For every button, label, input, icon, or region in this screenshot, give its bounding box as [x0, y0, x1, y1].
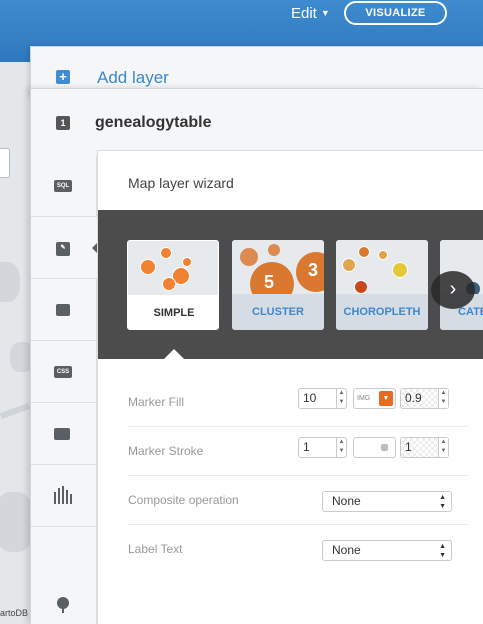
legend-icon — [54, 428, 70, 440]
caret-down-icon: ▼ — [320, 8, 330, 18]
composite-operation-row: Composite operation None ▲ ▼ — [128, 476, 468, 525]
card-label: SIMPLE — [128, 295, 218, 329]
marker-fill-size-input[interactable]: 10 ▲ ▼ — [298, 388, 347, 409]
choropleth-dot — [378, 250, 388, 260]
layer-name[interactable]: genealogytable — [95, 114, 211, 132]
spinner-icon[interactable]: ▲ ▼ — [438, 438, 448, 457]
map-coast — [0, 262, 20, 302]
marker-stroke-width-input[interactable]: 1 ▲ ▼ — [298, 437, 347, 458]
choropleth-dot — [354, 280, 368, 294]
composite-operation-value: None — [332, 494, 361, 508]
card-thumbnail — [336, 240, 428, 294]
legend-tool-button[interactable] — [31, 403, 97, 465]
edit-label: Edit — [291, 5, 317, 22]
marker-dot — [162, 277, 176, 291]
cluster-dot — [268, 244, 280, 256]
select-arrows-icon: ▲ ▼ — [439, 543, 446, 559]
map-coast — [0, 492, 34, 552]
wizard-tool-button[interactable]: ✎ — [31, 217, 97, 279]
card-thumbnail — [128, 241, 218, 295]
marker-dot — [160, 247, 172, 259]
choropleth-dot — [342, 258, 356, 272]
spinner-icon[interactable]: ▲ ▼ — [336, 389, 346, 408]
cluster-count: 3 — [308, 260, 319, 280]
marker-fill-opacity-value: 0.9 — [405, 391, 422, 405]
add-icon[interactable]: + — [56, 70, 70, 84]
marker-stroke-label: Marker Stroke — [128, 444, 204, 458]
bar-chart-icon — [54, 486, 72, 504]
layer-number-badge: 1 — [56, 116, 70, 130]
marker-stroke-opacity-input[interactable]: 1 ▲ ▼ — [400, 437, 449, 458]
css-icon: CSS — [54, 366, 72, 378]
wizard-card-choropleth[interactable]: CHOROPLETH — [336, 240, 428, 330]
marker-stroke-row: Marker Stroke 1 ▲ ▼ 1 ▲ ▼ — [128, 427, 468, 476]
card-thumbnail: 5 3 — [232, 240, 324, 306]
card-label: CHOROPLETH — [336, 294, 428, 330]
edit-menu[interactable]: Edit ▼ — [291, 5, 330, 22]
color-swatch-dropdown-icon[interactable]: ▼ — [379, 391, 393, 406]
css-tool-button[interactable]: CSS — [31, 341, 97, 403]
sql-icon: SQL — [54, 180, 72, 192]
card-label: CLUSTER — [232, 294, 324, 330]
layer-toolbar: SQL ✎ CSS — [31, 155, 97, 624]
label-text-label: Label Text — [128, 542, 183, 556]
composite-operation-label: Composite operation — [128, 493, 239, 507]
composite-operation-select[interactable]: None ▲ ▼ — [322, 491, 452, 512]
label-text-value: None — [332, 543, 361, 557]
marker-stroke-width-value: 1 — [303, 440, 310, 454]
marker-fill-row: Marker Fill 10 ▲ ▼ IMG ▼ 0.9 ▲ ▼ — [128, 378, 468, 427]
map-attribution: artoDB — [0, 608, 29, 618]
img-label: IMG — [357, 395, 371, 402]
marker-dot — [182, 257, 192, 267]
add-marker-tool-button[interactable] — [31, 527, 97, 624]
marker-dot — [140, 259, 156, 275]
map-search-input[interactable] — [0, 148, 10, 178]
marker-stroke-opacity-value: 1 — [405, 440, 412, 454]
wizard-card-cluster[interactable]: 5 3 CLUSTER — [232, 240, 324, 330]
cluster-dot: 3 — [296, 252, 324, 292]
choropleth-dot — [392, 262, 408, 278]
label-text-row: Label Text None ▲ ▼ — [128, 525, 468, 574]
map-layer-wizard: Map layer wizard SIMPLE 5 3 CLUSTER CHOR… — [97, 150, 483, 624]
brush-icon: ✎ — [56, 242, 70, 256]
visualize-button[interactable]: VISUALIZE — [344, 1, 447, 25]
marker-fill-label: Marker Fill — [128, 395, 184, 409]
wizard-type-strip: SIMPLE 5 3 CLUSTER CHOROPLETH CAT › — [98, 210, 483, 359]
speech-bubble-icon — [56, 304, 70, 316]
cluster-count: 5 — [264, 272, 275, 292]
marker-stroke-color-picker[interactable] — [353, 437, 396, 458]
marker-fill-opacity-input[interactable]: 0.9 ▲ ▼ — [400, 388, 449, 409]
add-layer-link[interactable]: Add layer — [97, 68, 169, 88]
select-arrows-icon: ▲ ▼ — [439, 494, 446, 510]
label-text-select[interactable]: None ▲ ▼ — [322, 540, 452, 561]
map-lake — [0, 403, 31, 419]
marker-fill-img-picker[interactable]: IMG ▼ — [353, 388, 396, 409]
filters-tool-button[interactable] — [31, 465, 97, 527]
wizard-title: Map layer wizard — [128, 175, 234, 191]
spinner-icon[interactable]: ▲ ▼ — [336, 438, 346, 457]
wizard-card-simple[interactable]: SIMPLE — [127, 240, 219, 330]
sql-tool-button[interactable]: SQL — [31, 155, 97, 217]
color-knob-icon — [381, 444, 388, 451]
marker-plus-icon — [57, 597, 69, 613]
chevron-right-icon[interactable]: › — [431, 271, 475, 309]
choropleth-dot — [358, 246, 370, 258]
cluster-dot — [240, 248, 258, 266]
spinner-icon[interactable]: ▲ ▼ — [438, 389, 448, 408]
marker-fill-size-value: 10 — [303, 391, 317, 405]
infowindow-tool-button[interactable] — [31, 279, 97, 341]
